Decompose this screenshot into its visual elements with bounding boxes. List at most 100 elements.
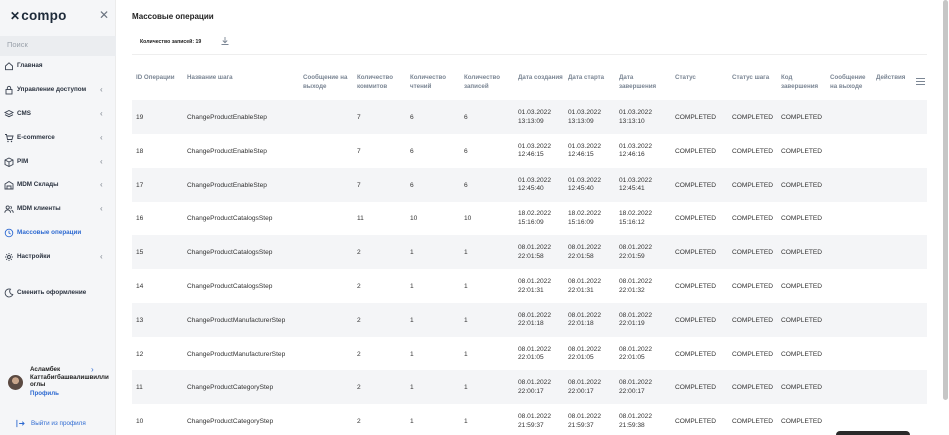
cell-time: 22:01:58 (518, 252, 544, 260)
table-row[interactable]: 15 ChangeProductCatalogsStep 2 1 1 08.01.2022… (132, 235, 927, 270)
columns-menu-icon[interactable] (916, 78, 925, 85)
column-header[interactable]: Сообщение на выходе (303, 73, 354, 91)
column-header[interactable]: Действия (876, 73, 913, 82)
cell-date: 08.01.2022 (619, 244, 653, 252)
table-row[interactable]: 11 ChangeProductCategoryStep 2 1 1 08.01.2022… (132, 370, 927, 405)
cell-step: ChangeProductManufacturerStep (187, 350, 286, 358)
sidebar-item-3[interactable]: CMS ‹ (0, 107, 116, 123)
table-row[interactable]: 12 ChangeProductManufacturerStep 2 1 1 08.01.… (132, 337, 927, 371)
cell-id: 15 (136, 249, 144, 257)
sidebar-item-4[interactable]: E-commerce ‹ (0, 131, 116, 147)
cell-step_status: COMPLETED (732, 418, 774, 426)
cell-finished: 08.01.2022 22:01:19 (619, 312, 652, 329)
cell-time: 22:01:05 (518, 354, 544, 362)
cell-date: 08.01.2022 (568, 379, 602, 387)
column-header[interactable]: Дата завершения (619, 73, 672, 91)
cell-reads: 10 (410, 215, 418, 223)
download-icon[interactable] (220, 36, 230, 46)
vertical-scrollbar[interactable] (940, 0, 949, 435)
sidebar-item-label: Управление доступом (17, 86, 87, 93)
cell-date: 08.01.2022 (518, 379, 552, 387)
cell-reads: 1 (410, 283, 414, 290)
cell-id: 11 (136, 384, 143, 392)
table-row[interactable]: 19 ChangeProductEnableStep 7 6 6 01.03.2022 13… (132, 100, 927, 134)
cell-created: 08.01.2022 22:01:05 (518, 346, 551, 363)
cell-writes: 6 (464, 114, 468, 121)
cell-id: 14 (136, 283, 144, 290)
cell-exit_code: COMPLETED (781, 283, 823, 290)
cell-time: 21:59:38 (619, 421, 645, 429)
cell-date: 08.01.2022 (568, 311, 602, 319)
cell-time: 22:00:17 (568, 387, 594, 395)
sidebar-item-label: CMS (17, 110, 31, 117)
cell-step_status: COMPLETED (732, 181, 774, 189)
table-row[interactable]: 17 ChangeProductEnableStep 7 6 6 01.03.2022 12… (132, 167, 927, 202)
chevron-left-icon[interactable]: ‹ (100, 109, 103, 118)
cell-started: 18.02.2022 15:16:09 (568, 210, 601, 227)
logo[interactable]: ✕compo (10, 8, 67, 23)
cell-status: COMPLETED (675, 316, 717, 324)
chevron-left-icon[interactable]: ‹ (100, 85, 103, 94)
column-header[interactable]: Количество чтений (410, 73, 461, 91)
close-icon[interactable]: ✕ (98, 9, 110, 21)
logout-button[interactable]: Выйти из профиля (0, 416, 116, 432)
table-row[interactable]: 10 ChangeProductCategoryStep 2 1 1 08.01.2022… (132, 404, 927, 435)
cell-writes: 1 (464, 418, 468, 426)
cell-exit_code: COMPLETED (781, 316, 823, 324)
sidebar-item-8[interactable]: Массовые операции (0, 226, 116, 242)
cell-created: 08.01.2022 21:59:37 (518, 413, 551, 430)
cell-reads: 1 (410, 316, 414, 324)
cell-time: 12:45:41 (619, 185, 645, 193)
cell-date: 01.03.2022 (568, 142, 602, 150)
sidebar-item-2[interactable]: Управление доступом ‹ (0, 83, 116, 99)
scrollbar-thumb[interactable] (943, 0, 948, 400)
cell-finished: 08.01.2022 22:01:05 (619, 346, 652, 363)
column-header[interactable]: Статус (675, 73, 729, 82)
cell-time: 22:01:19 (619, 320, 645, 328)
cell-time: 22:01:32 (619, 286, 645, 294)
cell-reads: 1 (410, 384, 414, 392)
cell-started: 08.01.2022 22:01:58 (568, 244, 601, 261)
column-header[interactable]: Сообщение на выходе (830, 73, 873, 91)
cell-time: 22:00:17 (518, 387, 544, 395)
chevron-right-icon[interactable]: › (91, 365, 94, 374)
cell-status: COMPLETED (675, 283, 717, 290)
chevron-left-icon[interactable]: ‹ (100, 133, 103, 142)
column-header[interactable]: Дата старта (568, 73, 616, 82)
table-row[interactable]: 13 ChangeProductManufacturerStep 2 1 1 08.01.… (132, 302, 927, 337)
column-header[interactable]: Статус шага (732, 73, 778, 82)
sidebar-item-9[interactable]: Настройки ‹ (0, 250, 116, 266)
user-profile[interactable]: Асламбек Каттабигбашвалишвилли оглы › Пр… (0, 362, 116, 402)
chevron-left-icon[interactable]: ‹ (100, 157, 103, 166)
cell-commits: 7 (357, 147, 361, 155)
chevron-left-icon[interactable]: ‹ (100, 204, 103, 213)
table-row[interactable]: 14 ChangeProductCatalogsStep 2 1 1 08.01.2022… (132, 269, 927, 303)
column-header[interactable]: Название шага (187, 73, 300, 82)
chevron-left-icon[interactable]: ‹ (100, 180, 103, 189)
column-header[interactable]: Код завершения (781, 73, 827, 91)
cell-commits: 7 (357, 181, 361, 189)
table-row[interactable]: 18 ChangeProductEnableStep 7 6 6 01.03.2022 12… (132, 134, 927, 168)
cell-writes: 6 (464, 147, 468, 155)
cell-date: 08.01.2022 (619, 413, 653, 421)
column-header[interactable]: Дата создания (518, 73, 565, 82)
column-header[interactable]: Количество записей (464, 73, 515, 91)
chevron-left-icon[interactable]: ‹ (100, 252, 103, 261)
cell-time: 12:45:40 (568, 185, 594, 193)
cell-time: 12:46:15 (568, 151, 594, 159)
sidebar-item-1[interactable]: Главная (0, 59, 116, 75)
column-header[interactable]: Количество коммитов (357, 73, 407, 91)
cell-writes: 1 (464, 316, 468, 324)
cell-time: 22:01:58 (568, 252, 594, 260)
floating-widget[interactable] (836, 431, 910, 435)
search-input[interactable]: Поиск (0, 36, 116, 56)
sidebar-item-6[interactable]: MDM Склады ‹ (0, 178, 116, 194)
column-header[interactable]: ID Операции (136, 73, 184, 82)
sidebar-item-7[interactable]: MDM клиенты ‹ (0, 202, 116, 218)
profile-link[interactable]: Профиль (30, 390, 59, 397)
table-row[interactable]: 16 ChangeProductCatalogsStep 11 10 10 18.02.2… (132, 201, 927, 235)
cell-step: ChangeProductEnableStep (187, 114, 267, 121)
cell-time: 12:46:15 (518, 151, 544, 159)
sidebar-item-5[interactable]: PIM ‹ (0, 155, 116, 171)
theme-toggle[interactable]: Сменить оформление (0, 286, 116, 302)
